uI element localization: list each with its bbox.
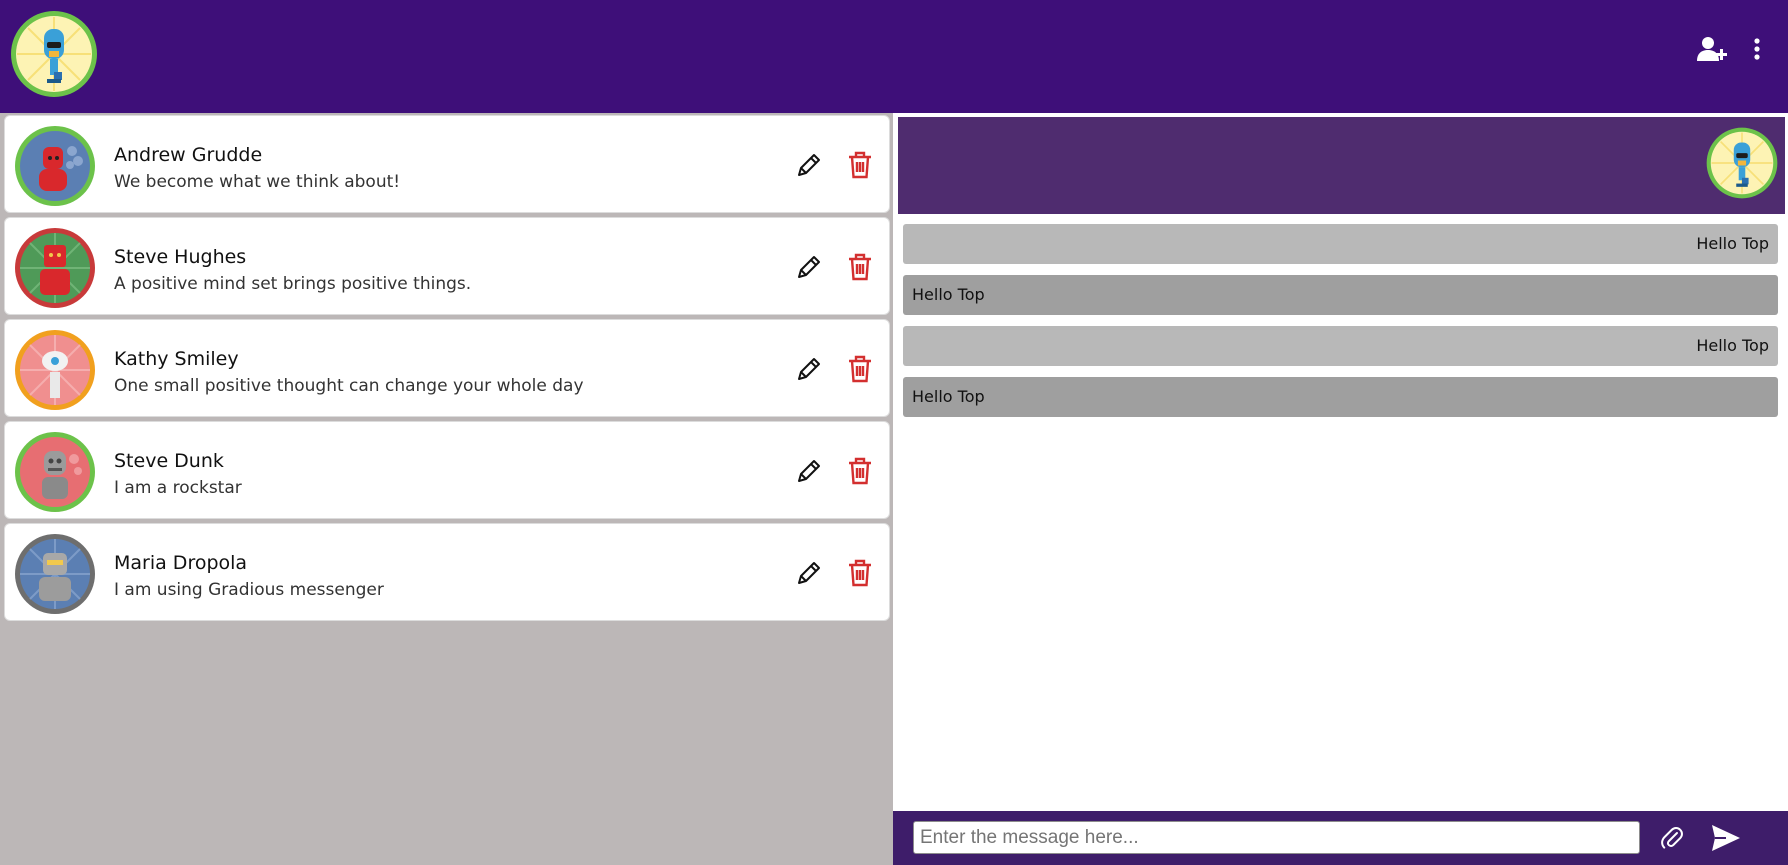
message-input[interactable] — [913, 821, 1640, 854]
contact-name: Steve Hughes — [114, 246, 247, 268]
send-icon[interactable] — [1710, 823, 1742, 853]
contact-name: Steve Dunk — [114, 450, 224, 472]
contact-status: I am a rockstar — [114, 478, 242, 498]
trash-icon[interactable] — [846, 150, 874, 180]
pencil-icon[interactable] — [794, 354, 824, 384]
trash-icon[interactable] — [846, 354, 874, 384]
contact-avatar — [14, 329, 96, 411]
contact-card[interactable]: Steve Dunk I am a rockstar — [4, 421, 890, 519]
chat-panel: Hello Top Hello Top Hello Top Hello Top — [893, 113, 1788, 865]
contact-avatar — [14, 533, 96, 615]
message-received: Hello Top — [903, 275, 1778, 315]
contact-card[interactable]: Steve Hughes A positive mind set brings … — [4, 217, 890, 315]
message-received: Hello Top — [903, 377, 1778, 417]
contact-name: Kathy Smiley — [114, 348, 239, 370]
trash-icon[interactable] — [846, 558, 874, 588]
message-composer — [893, 811, 1788, 865]
robot-logo-icon[interactable] — [9, 9, 99, 99]
contact-card[interactable]: Kathy Smiley One small positive thought … — [4, 319, 890, 417]
contact-card[interactable]: Maria Dropola I am using Gradious messen… — [4, 523, 890, 621]
add-user-icon[interactable] — [1695, 32, 1729, 66]
contact-list: Andrew Grudde We become what we think ab… — [0, 113, 893, 865]
pencil-icon[interactable] — [794, 252, 824, 282]
contact-name: Maria Dropola — [114, 552, 248, 574]
pencil-icon[interactable] — [794, 456, 824, 486]
contact-avatar — [14, 227, 96, 309]
contact-status: I am using Gradious messenger — [114, 580, 384, 600]
contact-card[interactable]: Andrew Grudde We become what we think ab… — [4, 115, 890, 213]
contact-status: One small positive thought can change yo… — [114, 376, 584, 396]
robot-logo-icon[interactable] — [1705, 126, 1779, 200]
pencil-icon[interactable] — [794, 558, 824, 588]
pencil-icon[interactable] — [794, 150, 824, 180]
trash-icon[interactable] — [846, 252, 874, 282]
contact-status: A positive mind set brings positive thin… — [114, 274, 472, 294]
kebab-menu-icon[interactable] — [1740, 32, 1774, 66]
message-sent: Hello Top — [903, 224, 1778, 264]
contact-status: We become what we think about! — [114, 172, 401, 192]
top-app-bar — [0, 0, 1788, 113]
chat-header — [898, 117, 1785, 214]
paperclip-icon[interactable] — [1658, 824, 1686, 852]
message-sent: Hello Top — [903, 326, 1778, 366]
contact-avatar — [14, 125, 96, 207]
contact-name: Andrew Grudde — [114, 144, 263, 166]
contact-avatar — [14, 431, 96, 513]
trash-icon[interactable] — [846, 456, 874, 486]
